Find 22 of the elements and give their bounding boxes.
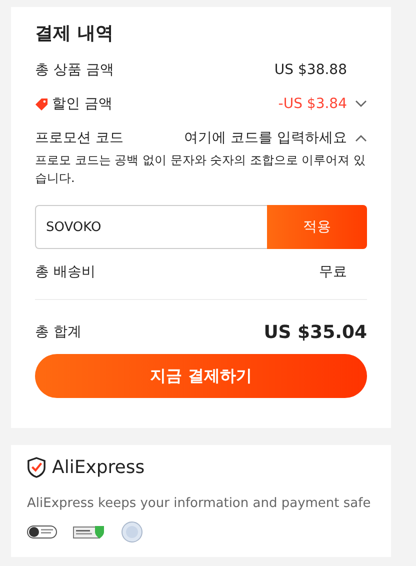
chevron-up-icon[interactable] — [355, 134, 367, 142]
tag-icon — [35, 98, 48, 110]
certification-badge-icon — [27, 525, 57, 539]
total-label: 총 합계 — [35, 323, 82, 341]
row-value: US $38.88 — [274, 62, 347, 78]
total-value: US $35.04 — [264, 322, 367, 342]
promo-label: 프로모션 코드 — [35, 129, 124, 147]
section-title: 결제 내역 — [35, 22, 114, 45]
row-label: 할인 금액 — [52, 95, 112, 113]
security-note: AliExpress keeps your information and payment safe — [27, 496, 372, 511]
promo-prompt[interactable]: 여기에 코드를 입력하세요 — [184, 129, 347, 147]
ssl-badge-icon — [73, 525, 105, 539]
row-value: -US $3.84 — [278, 96, 347, 112]
chevron-down-icon[interactable] — [355, 100, 367, 108]
row-label: 총 상품 금액 — [35, 61, 114, 79]
shipping-value: 무료 — [319, 263, 347, 281]
seal-badge-icon — [121, 521, 143, 543]
shipping-label: 총 배송비 — [35, 263, 96, 281]
promo-hint: 프로모 코드는 공백 없이 문자와 숫자의 조합으로 이루어져 있습니다. — [35, 152, 367, 187]
code-input[interactable]: SOVOKO — [35, 205, 267, 249]
brand-logo: AliExpress — [52, 457, 145, 478]
shield-check-icon — [27, 457, 46, 478]
